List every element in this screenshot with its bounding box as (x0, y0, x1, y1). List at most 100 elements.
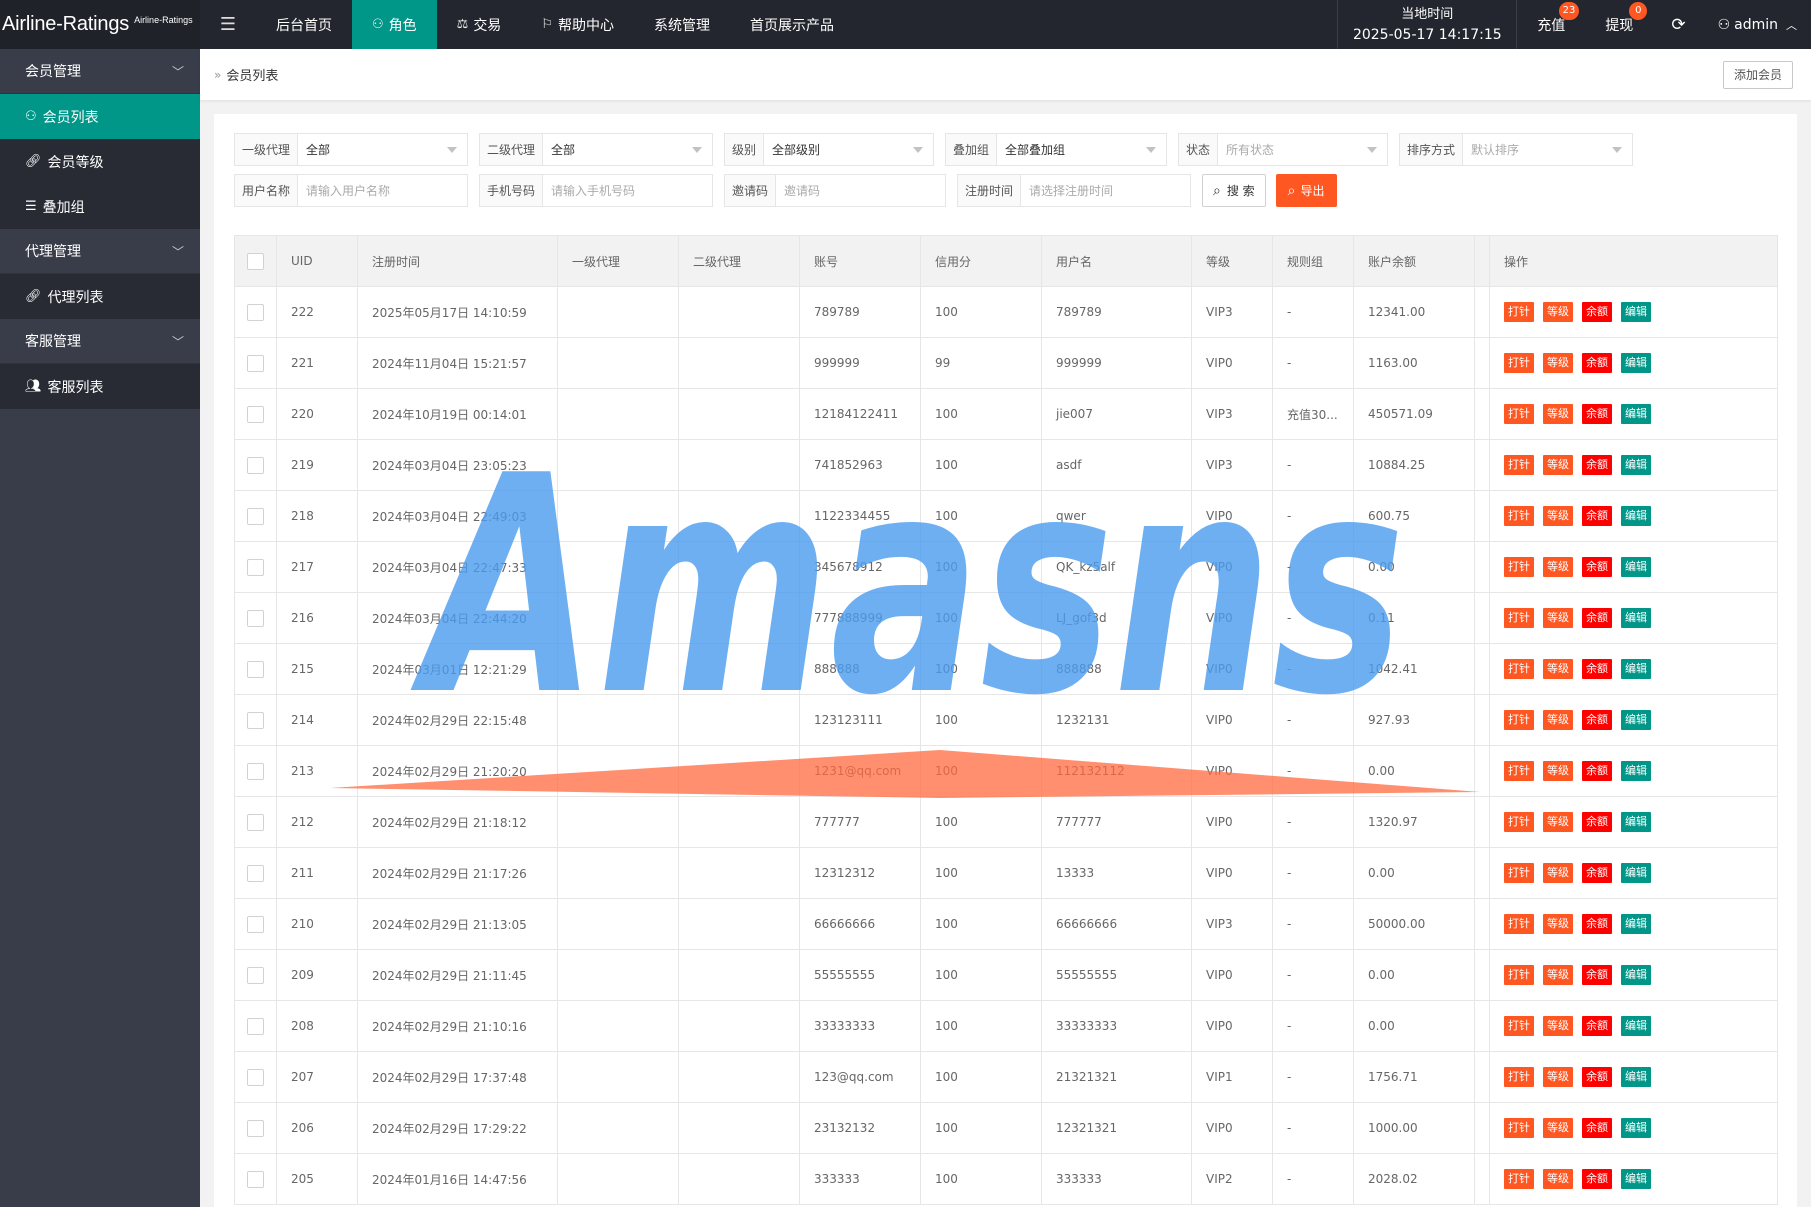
row-checkbox[interactable] (247, 1017, 264, 1035)
level-button[interactable]: 等级 (1543, 914, 1573, 934)
nav-item-system[interactable]: 系统管理 (634, 0, 730, 49)
filter-select[interactable]: 全部级别 (764, 134, 933, 165)
inject-button[interactable]: 打针 (1504, 608, 1534, 628)
level-button[interactable]: 等级 (1543, 965, 1573, 985)
inject-button[interactable]: 打针 (1504, 404, 1534, 424)
row-checkbox-cell[interactable] (234, 490, 277, 542)
edit-button[interactable]: 编辑 (1621, 506, 1651, 526)
inject-button[interactable]: 打针 (1504, 1169, 1534, 1189)
inject-button[interactable]: 打针 (1504, 863, 1534, 883)
level-button[interactable]: 等级 (1543, 710, 1573, 730)
balance-button[interactable]: 余额 (1582, 1067, 1612, 1087)
sidebar-group-support[interactable]: 客服管理 ﹀ (0, 319, 200, 364)
level-button[interactable]: 等级 (1543, 506, 1573, 526)
row-checkbox-cell[interactable] (234, 898, 277, 950)
edit-button[interactable]: 编辑 (1621, 659, 1651, 679)
row-checkbox-cell[interactable] (234, 439, 277, 491)
filter-level2-agent[interactable]: 二级代理 全部 (479, 133, 713, 166)
row-checkbox-cell[interactable] (234, 847, 277, 899)
edit-button[interactable]: 编辑 (1621, 710, 1651, 730)
row-checkbox-cell[interactable] (234, 1102, 277, 1154)
level-button[interactable]: 等级 (1543, 1067, 1573, 1087)
refresh-icon[interactable]: ⟳ (1653, 0, 1703, 49)
col-account[interactable]: 账号 (799, 235, 921, 287)
level-button[interactable]: 等级 (1543, 557, 1573, 577)
filter-select[interactable]: 默认排序 (1463, 134, 1632, 165)
row-checkbox[interactable] (247, 966, 264, 984)
menu-toggle-icon[interactable]: ☰ (200, 0, 256, 49)
balance-button[interactable]: 余额 (1582, 1016, 1612, 1036)
sidebar-item-stack-group[interactable]: ☰ 叠加组 (0, 184, 200, 229)
edit-button[interactable]: 编辑 (1621, 455, 1651, 475)
sidebar-group-members[interactable]: 会员管理 ﹀ (0, 49, 200, 94)
row-checkbox-cell[interactable] (234, 541, 277, 593)
search-button[interactable]: ⌕ 搜 索 (1202, 174, 1266, 207)
level-button[interactable]: 等级 (1543, 659, 1573, 679)
row-checkbox[interactable] (247, 813, 264, 831)
logo[interactable]: Airline-Ratings Airline-Ratings (0, 0, 200, 49)
filter-invite-code[interactable]: 邀请码 邀请码 (724, 174, 946, 207)
row-checkbox[interactable] (247, 1068, 264, 1086)
edit-button[interactable]: 编辑 (1621, 812, 1651, 832)
col-level2-agent[interactable]: 二级代理 (678, 235, 800, 287)
edit-button[interactable]: 编辑 (1621, 1016, 1651, 1036)
invite-code-input[interactable]: 邀请码 (776, 175, 945, 206)
level-button[interactable]: 等级 (1543, 1169, 1573, 1189)
filter-phone[interactable]: 手机号码 请输入手机号码 (479, 174, 713, 207)
withdraw-button[interactable]: 提现 0 (1585, 0, 1653, 49)
filter-level1-agent[interactable]: 一级代理 全部 (234, 133, 468, 166)
user-menu[interactable]: ⚇ admin ︿ (1704, 0, 1811, 49)
select-all-checkbox[interactable] (247, 252, 264, 270)
recharge-button[interactable]: 充值 23 (1517, 0, 1585, 49)
add-member-button[interactable]: 添加会员 (1722, 60, 1793, 89)
balance-button[interactable]: 余额 (1582, 965, 1612, 985)
row-checkbox-cell[interactable] (234, 949, 277, 1001)
nav-item-products[interactable]: 首页展示产品 (730, 0, 854, 49)
row-checkbox[interactable] (247, 405, 264, 423)
level-button[interactable]: 等级 (1543, 608, 1573, 628)
sidebar-group-agents[interactable]: 代理管理 ﹀ (0, 229, 200, 274)
edit-button[interactable]: 编辑 (1621, 965, 1651, 985)
level-button[interactable]: 等级 (1543, 353, 1573, 373)
col-register-time[interactable]: 注册时间 (357, 235, 558, 287)
balance-button[interactable]: 余额 (1582, 608, 1612, 628)
row-checkbox-cell[interactable] (234, 1051, 277, 1103)
balance-button[interactable]: 余额 (1582, 812, 1612, 832)
row-checkbox-cell[interactable] (234, 592, 277, 644)
inject-button[interactable]: 打针 (1504, 812, 1534, 832)
filter-register-time[interactable]: 注册时间 请选择注册时间 (957, 174, 1191, 207)
filter-select[interactable]: 全部 (298, 134, 467, 165)
balance-button[interactable]: 余额 (1582, 455, 1612, 475)
row-checkbox[interactable] (247, 711, 264, 729)
row-checkbox-cell[interactable] (234, 694, 277, 746)
inject-button[interactable]: 打针 (1504, 455, 1534, 475)
inject-button[interactable]: 打针 (1504, 761, 1534, 781)
col-level1-agent[interactable]: 一级代理 (557, 235, 679, 287)
inject-button[interactable]: 打针 (1504, 914, 1534, 934)
inject-button[interactable]: 打针 (1504, 965, 1534, 985)
col-level[interactable]: 等级 (1191, 235, 1273, 287)
row-checkbox[interactable] (247, 558, 264, 576)
nav-item-home[interactable]: 后台首页 (256, 0, 352, 49)
level-button[interactable]: 等级 (1543, 1016, 1573, 1036)
inject-button[interactable]: 打针 (1504, 659, 1534, 679)
edit-button[interactable]: 编辑 (1621, 302, 1651, 322)
filter-status[interactable]: 状态 所有状态 (1178, 133, 1388, 166)
balance-button[interactable]: 余额 (1582, 404, 1612, 424)
inject-button[interactable]: 打针 (1504, 506, 1534, 526)
filter-stack-group[interactable]: 叠加组 全部叠加组 (945, 133, 1167, 166)
row-checkbox[interactable] (247, 303, 264, 321)
inject-button[interactable]: 打针 (1504, 1118, 1534, 1138)
nav-item-role[interactable]: ⚇ 角色 (352, 0, 437, 49)
nav-item-help[interactable]: ⚐ 帮助中心 (521, 0, 634, 49)
edit-button[interactable]: 编辑 (1621, 353, 1651, 373)
register-time-input[interactable]: 请选择注册时间 (1021, 175, 1190, 206)
edit-button[interactable]: 编辑 (1621, 1118, 1651, 1138)
sidebar-item-member-level[interactable]: 🔗︎ 会员等级 (0, 139, 200, 184)
inject-button[interactable]: 打针 (1504, 353, 1534, 373)
filter-select[interactable]: 全部叠加组 (997, 134, 1166, 165)
row-checkbox[interactable] (247, 660, 264, 678)
level-button[interactable]: 等级 (1543, 812, 1573, 832)
row-checkbox[interactable] (247, 1170, 264, 1188)
inject-button[interactable]: 打针 (1504, 557, 1534, 577)
